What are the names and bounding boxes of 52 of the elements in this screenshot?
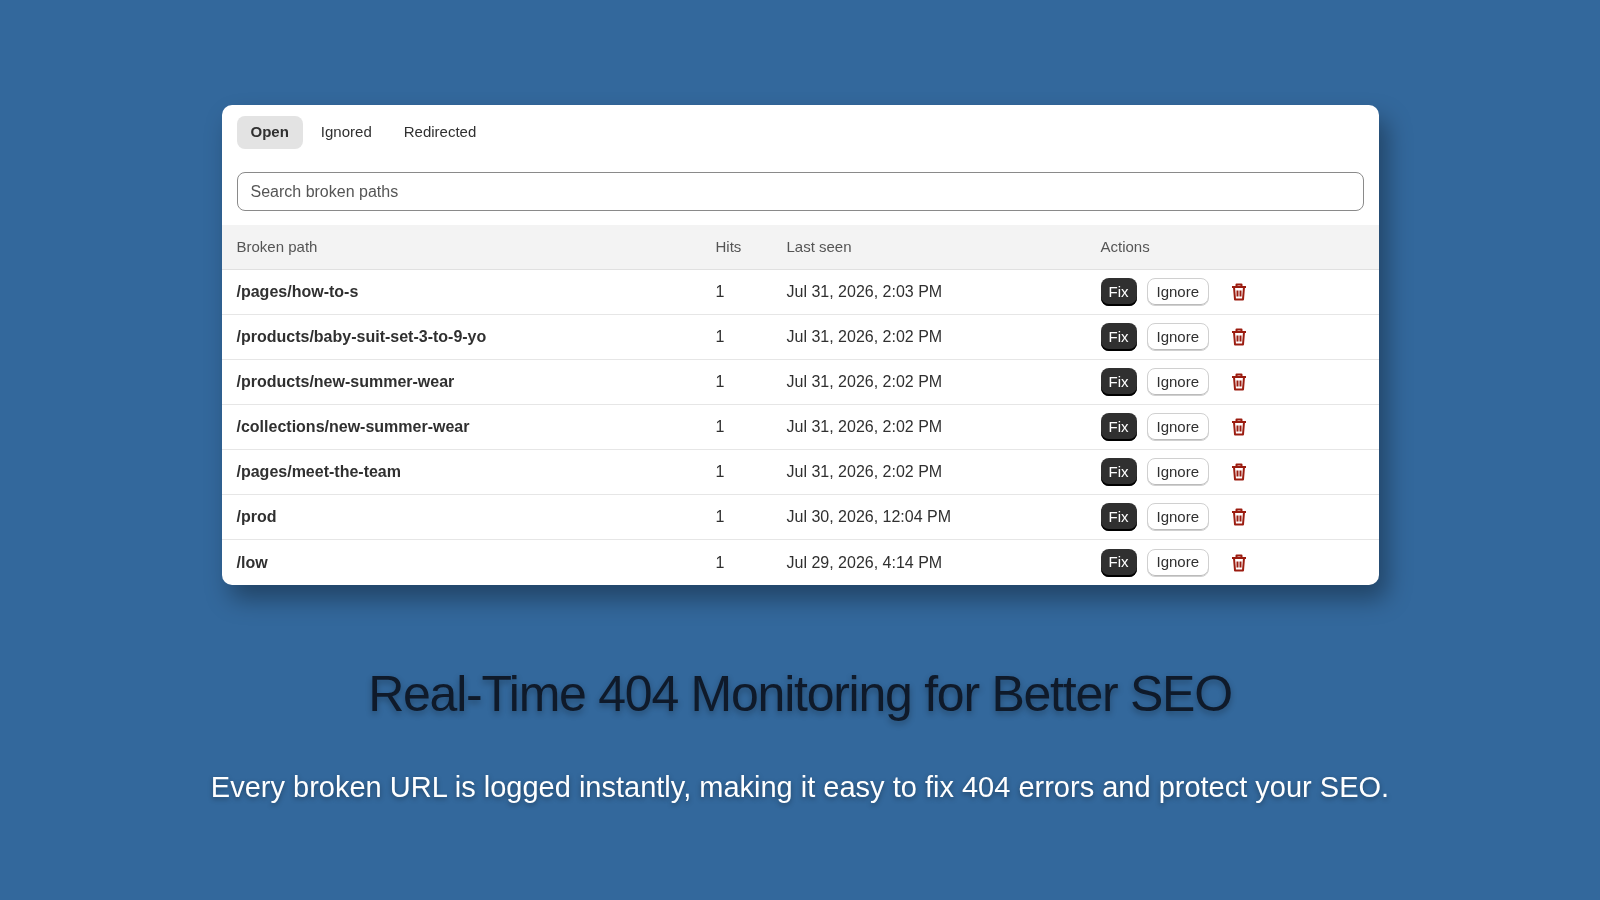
search-field[interactable]: Search broken paths <box>236 172 1364 211</box>
fix-button[interactable]: Fix <box>1100 548 1137 577</box>
headline: Real-Time 404 Monitoring for Better SEO <box>368 665 1232 724</box>
path-cell-text: /products/new-summer-wear <box>236 372 456 392</box>
column-header: Actions <box>1100 236 1151 257</box>
hits-cell-text: 1 <box>715 417 726 437</box>
fix-button[interactable]: Fix <box>1100 368 1137 396</box>
ignore-button[interactable]: Ignore <box>1146 413 1210 441</box>
hits-cell-text: 1 <box>715 507 726 527</box>
ignore-button[interactable]: Ignore <box>1146 368 1210 396</box>
trash-icon[interactable] <box>1231 373 1248 391</box>
path-cell-text: /pages/how-to-s <box>236 282 360 302</box>
subheadline: Every broken URL is logged instantly, making it easy to fix 404 errors and protect your SEO. <box>210 770 1390 805</box>
tab[interactable]: Redirected <box>389 116 491 149</box>
hits-cell-text: 1 <box>715 552 726 573</box>
trash-icon[interactable] <box>1231 553 1248 572</box>
fix-button[interactable]: Fix <box>1100 413 1137 441</box>
path-cell-text: /pages/meet-the-team <box>236 462 402 482</box>
trash-icon[interactable] <box>1231 463 1248 481</box>
fix-button[interactable]: Fix <box>1100 458 1137 486</box>
last-seen-cell-text: Jul 31, 2026, 2:02 PM <box>786 327 944 347</box>
hits-cell-text: 1 <box>715 282 726 302</box>
fix-button[interactable]: Fix <box>1100 278 1137 306</box>
column-header: Broken path <box>236 236 319 257</box>
trash-icon[interactable] <box>1231 508 1248 526</box>
ignore-button[interactable]: Ignore <box>1146 323 1210 351</box>
last-seen-cell-text: Jul 31, 2026, 2:03 PM <box>786 282 944 302</box>
hits-cell-text: 1 <box>715 327 726 347</box>
fix-button[interactable]: Fix <box>1100 503 1137 531</box>
fix-button[interactable]: Fix <box>1100 323 1137 351</box>
ignore-button[interactable]: Ignore <box>1146 278 1210 306</box>
last-seen-cell-text: Jul 31, 2026, 2:02 PM <box>786 462 944 482</box>
last-seen-cell-text: Jul 31, 2026, 2:02 PM <box>786 417 944 437</box>
path-cell-text: /products/baby-suit-set-3-to-9-yo <box>236 327 488 347</box>
trash-icon[interactable] <box>1231 328 1248 346</box>
hits-cell-text: 1 <box>715 462 726 482</box>
last-seen-cell-text: Jul 29, 2026, 4:14 PM <box>786 552 944 573</box>
tab[interactable]: Open <box>236 116 303 149</box>
last-seen-cell-text: Jul 31, 2026, 2:02 PM <box>786 372 944 392</box>
trash-icon[interactable] <box>1231 283 1248 301</box>
ignore-button[interactable]: Ignore <box>1146 548 1210 577</box>
column-header: Last seen <box>786 236 853 257</box>
ignore-button[interactable]: Ignore <box>1146 458 1210 486</box>
hits-cell-text: 1 <box>715 372 726 392</box>
column-header: Hits <box>715 236 743 257</box>
tab[interactable]: Ignored <box>306 116 386 149</box>
path-cell-text: /prod <box>236 507 278 527</box>
path-cell-text: /low <box>236 552 269 573</box>
path-cell-text: /collections/new-summer-wear <box>236 417 471 437</box>
last-seen-cell-text: Jul 30, 2026, 12:04 PM <box>786 507 953 527</box>
ignore-button[interactable]: Ignore <box>1146 503 1210 531</box>
trash-icon[interactable] <box>1231 418 1248 436</box>
